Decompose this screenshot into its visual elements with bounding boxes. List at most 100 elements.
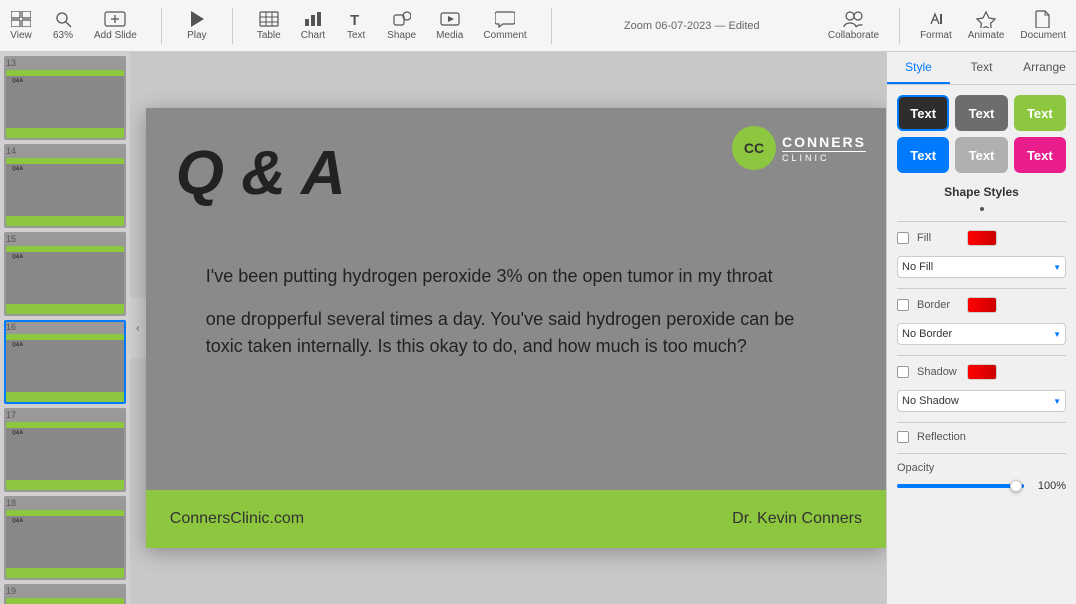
shape-button[interactable]: Shape xyxy=(387,10,416,41)
slide-text-15: Q&A xyxy=(12,254,23,260)
style-swatch-pink[interactable]: Text xyxy=(1014,137,1066,173)
slide-num-14: 14 xyxy=(6,146,124,156)
slide-thumb-19[interactable]: 19 Q&A xyxy=(4,584,126,604)
toolbar-right: Collaborate Format Animate Document xyxy=(828,8,1066,44)
shadow-select-value: No Shadow xyxy=(902,395,959,407)
slide-thumb-14[interactable]: 14 Q&A xyxy=(4,144,126,228)
animate-icon xyxy=(975,10,997,28)
slide-panel: 13 Q&A 14 Q&A 15 Q&A xyxy=(0,52,130,604)
style-swatch-gray[interactable]: Text xyxy=(955,95,1007,131)
shadow-label: Shadow xyxy=(917,366,961,378)
sep-fill xyxy=(897,221,1066,222)
border-color-preview[interactable] xyxy=(967,297,997,313)
shadow-select-arrow: ▼ xyxy=(1053,397,1061,406)
slide-text-18: Q&A xyxy=(12,518,23,524)
text-icon: T xyxy=(345,10,367,28)
opacity-section: Opacity 100% xyxy=(897,462,1066,492)
right-panel-content: Text Text Text Text Text Text Shape Styl… xyxy=(887,85,1076,604)
reflection-label: Reflection xyxy=(917,431,966,443)
shape-styles-label: Shape Styles xyxy=(897,185,1066,199)
style-swatch-blue[interactable]: Text xyxy=(897,137,949,173)
slide-body-text: I've been putting hydrogen peroxide 3% o… xyxy=(206,263,826,360)
tab-style[interactable]: Style xyxy=(887,52,950,84)
logo-initials: CC xyxy=(744,140,764,156)
view-button[interactable]: View xyxy=(10,10,32,41)
slide-num-13: 13 xyxy=(6,58,124,68)
slide-thumb-13[interactable]: 13 Q&A xyxy=(4,56,126,140)
sep-reflection xyxy=(897,422,1066,423)
shadow-row: Shadow xyxy=(897,364,1066,380)
zoom-button[interactable]: 63% xyxy=(52,10,74,41)
comment-icon xyxy=(494,10,516,28)
shape-icon xyxy=(391,10,413,28)
slide-img-16: Q&A xyxy=(6,334,124,402)
right-panel: Style Text Arrange Text Text Text Text T… xyxy=(886,52,1076,604)
media-button[interactable]: Media xyxy=(436,10,463,41)
slide-thumb-15[interactable]: 15 Q&A xyxy=(4,232,126,316)
slide-img-13: Q&A xyxy=(6,70,124,138)
play-button[interactable]: Play xyxy=(186,10,208,41)
fill-row: Fill xyxy=(897,230,1066,246)
add-slide-label: Add Slide xyxy=(94,30,137,41)
border-select[interactable]: No Border ▼ xyxy=(897,323,1066,345)
opacity-slider-thumb xyxy=(1010,480,1022,492)
title-area: Zoom 06-07-2023 — Edited xyxy=(576,20,808,32)
reflection-checkbox[interactable] xyxy=(897,431,909,443)
slide-thumb-18[interactable]: 18 Q&A xyxy=(4,496,126,580)
format-button[interactable]: Format xyxy=(920,10,952,41)
collaborate-button[interactable]: Collaborate xyxy=(828,10,879,41)
collaborate-icon xyxy=(842,10,864,28)
shadow-select-row: No Shadow ▼ xyxy=(897,390,1066,412)
logo-conners-text: CONNERS xyxy=(782,134,866,150)
opacity-value: 100% xyxy=(1030,480,1066,492)
chart-label: Chart xyxy=(301,30,325,41)
document-icon xyxy=(1032,10,1054,28)
opacity-label: Opacity xyxy=(897,462,947,474)
slide-thumb-17[interactable]: 17 Q&A xyxy=(4,408,126,492)
slide-num-18: 18 xyxy=(6,498,124,508)
slide-img-14: Q&A xyxy=(6,158,124,226)
fill-color-preview[interactable] xyxy=(967,230,997,246)
fill-select-arrow: ▼ xyxy=(1053,263,1061,272)
zoom-label: 63% xyxy=(53,30,73,41)
logo-text-block: CONNERS CLINIC xyxy=(782,134,866,163)
slide-num-17: 17 xyxy=(6,410,124,420)
slide-thumb-16[interactable]: 16 Q&A xyxy=(4,320,126,404)
animate-button[interactable]: Animate xyxy=(968,10,1005,41)
add-slide-button[interactable]: Add Slide xyxy=(94,10,137,41)
style-swatch-light-gray[interactable]: Text xyxy=(955,137,1007,173)
reflection-row: Reflection xyxy=(897,431,1066,443)
text-button[interactable]: T Text xyxy=(345,10,367,41)
tab-text[interactable]: Text xyxy=(950,52,1013,84)
table-button[interactable]: Table xyxy=(257,10,281,41)
tab-arrange[interactable]: Arrange xyxy=(1013,52,1076,84)
slide-qa-title: Q & A xyxy=(176,138,346,209)
slide-text-14: Q&A xyxy=(12,166,23,172)
fill-checkbox[interactable] xyxy=(897,232,909,244)
shape-label: Shape xyxy=(387,30,416,41)
toolbar: View 63% Add Slide Play Table Chart T xyxy=(0,0,1076,52)
comment-button[interactable]: Comment xyxy=(483,10,526,41)
document-title: Zoom 06-07-2023 — Edited xyxy=(624,20,760,32)
sep4 xyxy=(899,8,900,44)
style-swatch-green[interactable]: Text xyxy=(1014,95,1066,131)
slide-footer-right: Dr. Kevin Conners xyxy=(732,510,862,528)
shadow-checkbox[interactable] xyxy=(897,366,909,378)
shadow-select[interactable]: No Shadow ▼ xyxy=(897,390,1066,412)
sep2 xyxy=(232,8,233,44)
canvas-area: ‹ CC CONNERS CLINIC Q & A I've been putt… xyxy=(130,52,886,604)
style-swatches-grid: Text Text Text Text Text Text xyxy=(897,95,1066,173)
text-label: Text xyxy=(347,30,365,41)
table-label: Table xyxy=(257,30,281,41)
panel-collapse-button[interactable]: ‹ xyxy=(130,298,146,358)
fill-select[interactable]: No Fill ▼ xyxy=(897,256,1066,278)
chart-button[interactable]: Chart xyxy=(301,10,325,41)
slide-text-17: Q&A xyxy=(12,430,23,436)
border-checkbox[interactable] xyxy=(897,299,909,311)
document-button[interactable]: Document xyxy=(1020,10,1066,41)
style-swatch-dark[interactable]: Text xyxy=(897,95,949,131)
shadow-color-preview[interactable] xyxy=(967,364,997,380)
opacity-slider[interactable] xyxy=(897,484,1024,488)
slide-img-15: Q&A xyxy=(6,246,124,314)
slide-body-p1: I've been putting hydrogen peroxide 3% o… xyxy=(206,263,826,290)
